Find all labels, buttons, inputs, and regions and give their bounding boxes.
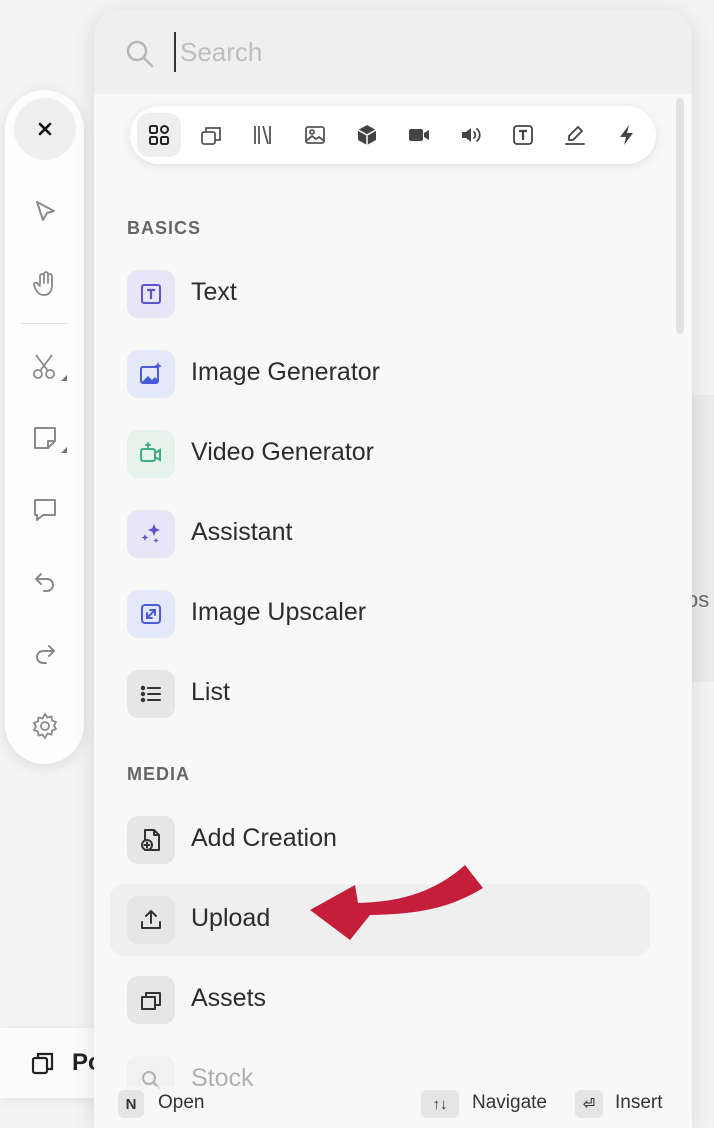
navigate-hint-label: Navigate [472, 1092, 547, 1113]
comment-tool-button[interactable] [5, 482, 84, 538]
item-label: Image Generator [191, 358, 380, 386]
video-camera-icon [407, 123, 431, 147]
section-header-basics: BASICS [127, 218, 202, 238]
undo-button[interactable] [5, 554, 84, 610]
assets-icon [127, 976, 175, 1024]
item-image-generator[interactable]: Image Generator [110, 338, 650, 410]
lightning-icon [615, 123, 639, 147]
left-toolbar [5, 90, 84, 764]
layers-icon [199, 123, 223, 147]
copy-icon [30, 1050, 56, 1076]
category-filter-bar [130, 106, 656, 164]
search-input[interactable] [174, 32, 660, 72]
item-label: Text [191, 278, 237, 306]
undo-icon [32, 569, 58, 595]
scissors-tool-button[interactable] [5, 338, 84, 394]
add-file-icon [127, 816, 175, 864]
open-key: N [118, 1090, 144, 1118]
list-icon [127, 670, 175, 718]
search-bar [94, 10, 692, 94]
sparkles-icon [127, 510, 175, 558]
upload-icon [127, 896, 175, 944]
item-image-upscaler[interactable]: Image Upscaler [110, 578, 650, 650]
insert-hint-label: Insert [615, 1092, 663, 1113]
filter-all-button[interactable] [137, 113, 181, 157]
filter-text-button[interactable] [501, 113, 545, 157]
item-label: List [191, 678, 230, 706]
upscale-icon [127, 590, 175, 638]
redo-icon [32, 641, 58, 667]
annotation-arrow-icon [300, 860, 490, 945]
signature-pen-icon [563, 123, 587, 147]
hand-tool-button[interactable] [5, 256, 84, 312]
grid-icon [147, 123, 171, 147]
open-hint-label: Open [158, 1092, 205, 1113]
cube-icon [355, 123, 379, 147]
close-button[interactable] [14, 98, 76, 160]
filter-library-button[interactable] [241, 113, 285, 157]
settings-icon [31, 712, 59, 740]
item-label: Video Generator [191, 438, 374, 466]
item-label: Upload [191, 904, 271, 932]
item-label: Assets [191, 984, 267, 1012]
filter-audio-button[interactable] [449, 113, 493, 157]
close-icon [37, 121, 53, 137]
filter-actions-button[interactable] [605, 113, 649, 157]
image-icon [303, 123, 327, 147]
keyboard-hints-footer: N Open ↑↓ Navigate ⏎ Insert [94, 1086, 692, 1128]
item-label: Add Creation [191, 824, 337, 852]
scrollbar-thumb[interactable] [676, 98, 684, 334]
hand-icon [31, 270, 59, 298]
submenu-indicator [61, 375, 67, 381]
text-box-icon [511, 123, 535, 147]
toolbar-divider [21, 323, 69, 324]
insert-panel: BASICS Text Image Generator Video Genera… [94, 10, 692, 1128]
filter-signature-button[interactable] [553, 113, 597, 157]
item-label: Assistant [191, 518, 293, 546]
video-sparkle-icon [127, 430, 175, 478]
library-icon [251, 123, 275, 147]
insert-key: ⏎ [575, 1090, 603, 1118]
settings-button[interactable] [5, 698, 84, 754]
sticky-note-tool-button[interactable] [5, 410, 84, 466]
filter-images-button[interactable] [293, 113, 337, 157]
scissors-icon [30, 351, 60, 381]
text-icon [127, 270, 175, 318]
filter-layers-button[interactable] [189, 113, 233, 157]
item-video-generator[interactable]: Video Generator [110, 418, 650, 490]
item-label: Image Upscaler [191, 598, 367, 626]
filter-3d-button[interactable] [345, 113, 389, 157]
item-text[interactable]: Text [110, 258, 650, 330]
item-list[interactable]: List [110, 658, 650, 730]
item-assets[interactable]: Assets [110, 964, 650, 1036]
filter-video-button[interactable] [397, 113, 441, 157]
navigate-key: ↑↓ [421, 1090, 459, 1118]
speaker-icon [459, 123, 483, 147]
comment-icon [31, 496, 59, 524]
section-header-media: MEDIA [127, 764, 190, 784]
background-card-right [690, 395, 714, 682]
pointer-icon [31, 198, 59, 226]
pointer-tool-button[interactable] [5, 184, 84, 240]
sticky-note-icon [31, 424, 59, 452]
submenu-indicator [61, 447, 67, 453]
redo-button[interactable] [5, 626, 84, 682]
item-assistant[interactable]: Assistant [110, 498, 650, 570]
search-icon [124, 38, 156, 70]
image-sparkle-icon [127, 350, 175, 398]
